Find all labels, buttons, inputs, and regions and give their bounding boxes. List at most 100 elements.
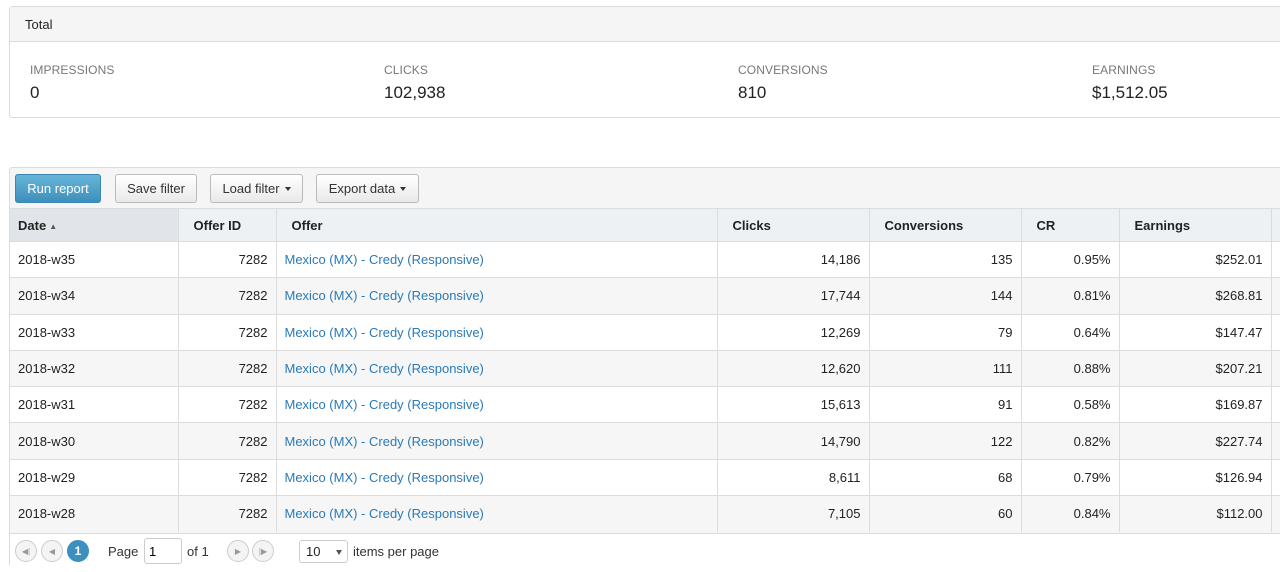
cell-earnings: $169.87 — [1119, 386, 1272, 423]
cell-offer-id: 7282 — [178, 386, 277, 423]
caret-down-icon — [400, 186, 407, 191]
cell-extra — [1271, 240, 1280, 278]
cell-earnings: $252.01 — [1119, 240, 1272, 278]
cell-date: 2018-w28 — [10, 495, 179, 532]
cell-cr: 0.64% — [1021, 313, 1120, 351]
export-data-button[interactable]: Export data — [316, 174, 419, 203]
caret-down-icon — [284, 186, 291, 191]
offer-link[interactable]: Mexico (MX) - Credy (Responsive) — [276, 277, 718, 315]
page-number-input[interactable] — [144, 538, 182, 564]
totals-panel: Total IMPRESSIONS 0 CLICKS 102,938 CONVE… — [9, 6, 1280, 118]
cell-earnings: $227.74 — [1119, 422, 1272, 460]
export-data-label: Export data — [328, 181, 396, 196]
table-header-row: Date ▲ Offer ID Offer Clicks Conversions … — [10, 208, 1280, 242]
stat-conversions: CONVERSIONS 810 — [738, 63, 828, 103]
stat-label: IMPRESSIONS — [30, 63, 115, 77]
save-filter-button[interactable]: Save filter — [115, 174, 197, 203]
cell-date: 2018-w34 — [10, 277, 179, 315]
cell-date: 2018-w31 — [10, 386, 179, 423]
table-row: 2018-w32 7282 Mexico (MX) - Credy (Respons… — [10, 349, 1280, 387]
cell-clicks: 17,744 — [717, 277, 870, 315]
column-header-offer[interactable]: Offer — [276, 208, 718, 242]
table-row: 2018-w30 7282 Mexico (MX) - Credy (Respons… — [10, 422, 1280, 460]
column-header-clicks[interactable]: Clicks — [717, 208, 870, 242]
cell-offer-id: 7282 — [178, 495, 277, 532]
cell-offer-id: 7282 — [178, 349, 277, 387]
stat-value: 0 — [30, 83, 40, 102]
cell-date: 2018-w30 — [10, 422, 179, 460]
cell-extra — [1271, 349, 1280, 387]
table-row: 2018-w29 7282 Mexico (MX) - Credy (Respons… — [10, 458, 1280, 496]
cell-offer-id: 7282 — [178, 240, 277, 278]
cell-date: 2018-w29 — [10, 458, 179, 496]
items-per-page-select[interactable]: 10 — [299, 540, 348, 563]
next-page-icon[interactable]: ▶ — [227, 540, 249, 562]
cell-clicks: 12,620 — [717, 349, 870, 387]
stat-label: CONVERSIONS — [738, 63, 828, 77]
cell-cr: 0.84% — [1021, 495, 1120, 532]
cell-conversions: 68 — [869, 458, 1022, 496]
page-count-label: of 1 — [187, 544, 209, 559]
current-page-button[interactable]: 1 — [67, 540, 89, 562]
column-header-extra — [1271, 208, 1280, 242]
items-per-page-label: items per page — [353, 544, 439, 559]
cell-clicks: 12,269 — [717, 313, 870, 351]
load-filter-button[interactable]: Load filter — [210, 174, 303, 203]
cell-extra — [1271, 422, 1280, 460]
column-header-date[interactable]: Date ▲ — [10, 208, 179, 242]
report-toolbar: Run report Save filter Load filter Expor… — [10, 168, 1280, 208]
cell-offer-id: 7282 — [178, 313, 277, 351]
cell-conversions: 122 — [869, 422, 1022, 460]
cell-extra — [1271, 458, 1280, 496]
column-header-cr[interactable]: CR — [1021, 208, 1120, 242]
report-table: Date ▲ Offer ID Offer Clicks Conversions … — [10, 208, 1280, 532]
table-row: 2018-w33 7282 Mexico (MX) - Credy (Respons… — [10, 313, 1280, 351]
stat-value: 102,938 — [384, 83, 446, 102]
cell-cr: 0.81% — [1021, 277, 1120, 315]
column-header-conversions[interactable]: Conversions — [869, 208, 1022, 242]
cell-extra — [1271, 277, 1280, 315]
offer-link[interactable]: Mexico (MX) - Credy (Responsive) — [276, 313, 718, 351]
cell-conversions: 91 — [869, 386, 1022, 423]
cell-cr: 0.79% — [1021, 458, 1120, 496]
prev-page-icon[interactable]: ◀ — [41, 540, 63, 562]
table-body: 2018-w35 7282 Mexico (MX) - Credy (Respons… — [10, 240, 1280, 532]
offer-link[interactable]: Mexico (MX) - Credy (Responsive) — [276, 458, 718, 496]
stat-earnings: EARNINGS $1,512.05 — [1092, 63, 1168, 103]
cell-earnings: $268.81 — [1119, 277, 1272, 315]
offer-link[interactable]: Mexico (MX) - Credy (Responsive) — [276, 349, 718, 387]
sort-ascending-icon: ▲ — [49, 221, 58, 231]
column-label: Date — [18, 217, 47, 233]
last-page-icon[interactable]: |▶ — [252, 540, 274, 562]
cell-cr: 0.82% — [1021, 422, 1120, 460]
first-page-icon[interactable]: ◀| — [15, 540, 37, 562]
run-report-button[interactable]: Run report — [15, 174, 101, 203]
offer-link[interactable]: Mexico (MX) - Credy (Responsive) — [276, 240, 718, 278]
cell-date: 2018-w35 — [10, 240, 179, 278]
totals-title: Total — [10, 7, 1280, 42]
load-filter-label: Load filter — [222, 181, 280, 196]
cell-extra — [1271, 495, 1280, 532]
cell-date: 2018-w32 — [10, 349, 179, 387]
cell-clicks: 8,611 — [717, 458, 870, 496]
stat-label: EARNINGS — [1092, 63, 1156, 77]
pager: ◀| ◀ 1 Page of 1 ▶ |▶ 10 items per page — [10, 533, 1280, 567]
cell-earnings: $112.00 — [1119, 495, 1272, 532]
cell-earnings: $126.94 — [1119, 458, 1272, 496]
cell-earnings: $147.47 — [1119, 313, 1272, 351]
cell-clicks: 7,105 — [717, 495, 870, 532]
column-header-offer-id[interactable]: Offer ID — [178, 208, 277, 242]
offer-link[interactable]: Mexico (MX) - Credy (Responsive) — [276, 386, 718, 423]
cell-clicks: 14,790 — [717, 422, 870, 460]
table-row: 2018-w31 7282 Mexico (MX) - Credy (Respons… — [10, 386, 1280, 423]
column-header-earnings[interactable]: Earnings — [1119, 208, 1272, 242]
stat-value: 810 — [738, 83, 767, 102]
cell-extra — [1271, 313, 1280, 351]
offer-link[interactable]: Mexico (MX) - Credy (Responsive) — [276, 495, 718, 532]
stat-impressions: IMPRESSIONS 0 — [30, 63, 114, 103]
cell-conversions: 111 — [869, 349, 1022, 387]
cell-clicks: 15,613 — [717, 386, 870, 423]
offer-link[interactable]: Mexico (MX) - Credy (Responsive) — [276, 422, 718, 460]
cell-offer-id: 7282 — [178, 277, 277, 315]
caret-down-icon — [336, 550, 342, 555]
